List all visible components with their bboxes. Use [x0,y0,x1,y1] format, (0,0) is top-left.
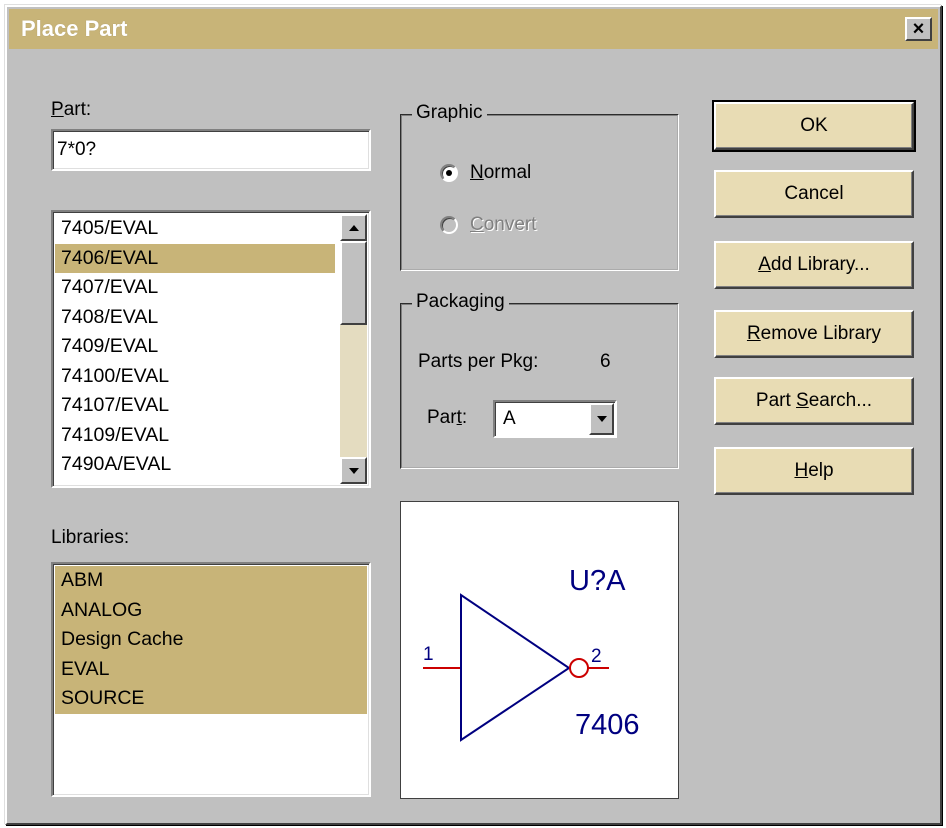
buffer-triangle [460,593,571,742]
scroll-up-button[interactable] [340,214,367,241]
libraries-listbox[interactable]: ABM ANALOG Design Cache EVAL SOURCE [51,562,371,797]
parts-per-pkg-value: 6 [600,351,611,372]
refdes-label: U?A [569,565,626,597]
part-label: Part: [51,99,92,120]
output-pin-number: 2 [591,646,602,667]
remove-library-button[interactable]: Remove Library [714,310,914,358]
cancel-button[interactable]: Cancel [714,170,914,218]
normal-radio-option[interactable]: Normal [440,162,531,184]
parts-listbox[interactable]: 7405/EVAL 7406/EVAL 7407/EVAL 7408/EVAL 7409… [51,210,371,488]
normal-radio[interactable] [440,164,458,182]
library-list-item[interactable]: ABM [55,566,367,596]
ok-button[interactable]: OK [712,100,916,152]
library-list-item[interactable]: ANALOG [55,595,367,625]
window-title: Place Part [21,16,128,41]
help-button[interactable]: Help [714,447,914,495]
arrow-up-icon [348,224,359,231]
graphic-groupbox: Graphic Normal Convert [400,102,679,271]
parts-list-item[interactable]: 7490A/EVAL [55,450,335,480]
scroll-down-button[interactable] [340,457,367,484]
libraries-label: Libraries: [51,527,130,548]
inverter-symbol: 1 2 U?A 7406 [423,565,640,742]
library-list-item[interactable]: EVAL [55,654,367,684]
packaging-groupbox: Packaging [400,291,679,469]
convert-radio[interactable] [440,216,458,234]
parts-scrollbar[interactable] [340,214,367,484]
input-pin-number: 1 [423,644,434,665]
chevron-down-icon [596,416,607,422]
part-preview: 1 2 U?A 7406 [400,501,679,799]
parts-list-item[interactable]: 74109/EVAL [55,421,335,451]
libraries-list-items: ABM ANALOG Design Cache EVAL SOURCE [55,566,367,714]
scroll-thumb[interactable] [340,241,367,325]
graphic-legend: Graphic [412,102,487,124]
inverter-bubble [569,658,589,678]
library-list-item[interactable]: SOURCE [55,684,367,714]
part-input[interactable] [57,135,357,165]
library-list-item[interactable]: Design Cache [55,625,367,655]
parts-list-item[interactable]: 7409/EVAL [55,332,335,362]
convert-label: Convert [470,214,537,235]
parts-list-item[interactable]: 74100/EVAL [55,362,335,392]
arrow-down-icon [348,467,359,474]
radio-dot-icon [446,170,452,176]
parts-list-item[interactable]: 74107/EVAL [55,391,335,421]
title-bar[interactable]: Place Part × [9,9,938,49]
packaging-part-value: A [503,408,516,429]
parts-list-items: 7405/EVAL 7406/EVAL 7407/EVAL 7408/EVAL 7409… [55,214,335,480]
parts-list-item[interactable]: 7408/EVAL [55,303,335,333]
part-name-label: 7406 [575,709,640,741]
dropdown-button[interactable] [589,403,614,435]
packaging-part-label: Part: [427,407,468,428]
packaging-legend: Packaging [412,291,509,313]
parts-list-item[interactable]: 7406/EVAL [55,243,335,273]
part-input-field[interactable] [51,129,371,171]
close-button[interactable]: × [905,17,932,41]
packaging-part-select[interactable]: A [493,400,617,438]
parts-list-item[interactable]: 7405/EVAL [55,214,335,244]
convert-radio-option[interactable]: Convert [440,214,537,236]
place-part-dialog: Place Part × Part: 7405/EVAL7406/EVAL740… [5,5,942,825]
add-library-button[interactable]: Add Library... [714,241,914,289]
normal-label: Normal [470,162,532,183]
part-search-button[interactable]: Part Search... [714,377,914,425]
parts-per-pkg-label: Parts per Pkg: [418,351,539,372]
parts-list-item[interactable]: 7407/EVAL [55,273,335,303]
